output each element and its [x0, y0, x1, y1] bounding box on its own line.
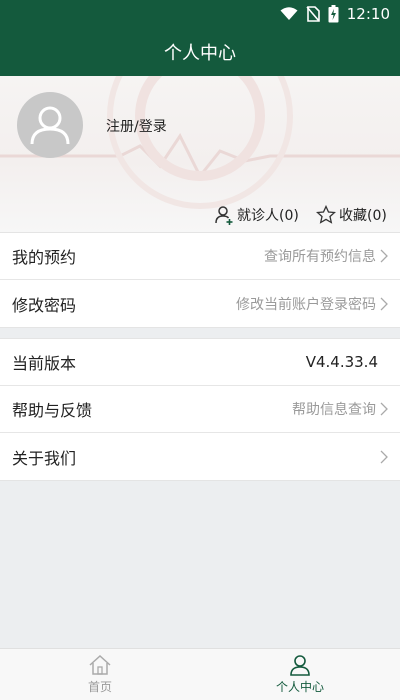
menu-group-account: 我的预约 查询所有预约信息 修改密码 修改当前账户登录密码 [0, 232, 400, 328]
version-value: V4.4.33.4 [305, 353, 378, 371]
row-hint: 修改当前账户登录密码 [236, 296, 376, 313]
row-label: 关于我们 [12, 448, 77, 468]
chevron-right-icon [380, 297, 388, 310]
bottom-tab-bar: 首页 个人中心 [0, 648, 400, 700]
row-label: 当前版本 [12, 354, 77, 373]
tab-label: 首页 [87, 680, 112, 694]
no-sim-icon [306, 6, 320, 22]
avatar[interactable] [17, 92, 83, 158]
chevron-right-icon [380, 450, 388, 463]
wifi-icon [280, 7, 298, 21]
user-icon [290, 655, 310, 676]
row-label: 我的预约 [12, 248, 77, 267]
row-hint: 查询所有预约信息 [264, 249, 376, 265]
tab-home[interactable]: 首页 [0, 649, 200, 700]
current-version-row: 当前版本 V4.4.33.4 [0, 339, 400, 386]
tab-profile[interactable]: 个人中心 [200, 649, 400, 700]
patients-button[interactable]: 就诊人(0) [214, 204, 299, 226]
star-icon [316, 205, 336, 224]
help-feedback-row[interactable]: 帮助与反馈 帮助信息查询 [0, 386, 400, 433]
chevron-right-icon [380, 402, 388, 416]
about-us-row[interactable]: 关于我们 [0, 433, 400, 480]
add-person-icon [215, 206, 233, 225]
profile-section: 注册/登录 就诊人(0) 收藏(0) [0, 76, 400, 232]
row-label: 帮助与反馈 [12, 401, 93, 420]
app-header: 个人中心 [0, 28, 400, 76]
menu-group-app: 当前版本 V4.4.33.4 帮助与反馈 帮助信息查询 关于我们 [0, 338, 400, 481]
login-register-link[interactable]: 注册/登录 [106, 116, 167, 136]
chevron-right-icon [380, 249, 388, 263]
favorites-label: 收藏(0) [339, 208, 387, 224]
patients-label: 就诊人(0) [237, 208, 299, 224]
row-label: 修改密码 [12, 295, 77, 315]
my-appointments-row[interactable]: 我的预约 查询所有预约信息 [0, 233, 400, 280]
battery-charging-icon [328, 5, 339, 23]
favorites-button[interactable]: 收藏(0) [316, 204, 387, 226]
page-title: 个人中心 [164, 43, 236, 64]
row-hint: 帮助信息查询 [292, 402, 376, 418]
status-time: 12:10 [346, 5, 390, 23]
tab-label: 个人中心 [275, 680, 324, 694]
status-bar: 12:10 [0, 0, 400, 28]
change-password-row[interactable]: 修改密码 修改当前账户登录密码 [0, 280, 400, 327]
home-icon [89, 654, 111, 675]
